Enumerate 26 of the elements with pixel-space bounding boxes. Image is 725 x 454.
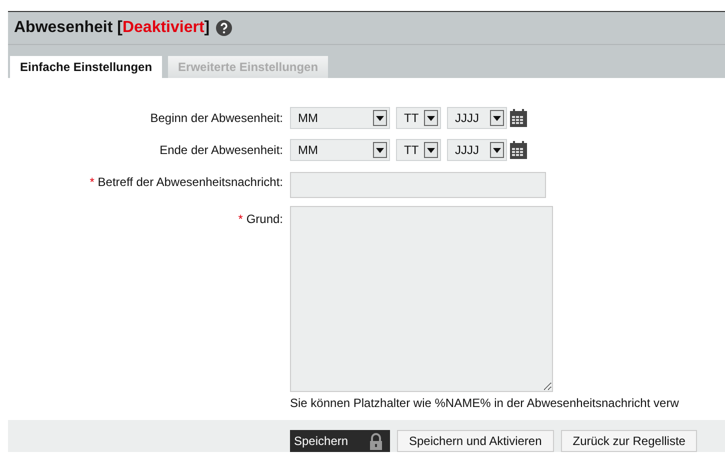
dropdown[interactable]: JJJJ (447, 107, 507, 129)
field-label: * Betreff der Abwesenheitsnachricht: (88, 174, 284, 191)
caret-icon[interactable] (424, 110, 438, 126)
calendar-icon[interactable] (510, 141, 527, 159)
caret-icon[interactable] (373, 142, 387, 158)
calendar-icon[interactable] (510, 109, 527, 127)
field-label: Ende der Abwesenheit: (158, 142, 284, 159)
dropdown[interactable]: MM (290, 139, 390, 161)
dropdown[interactable]: MM (290, 107, 390, 129)
caret-icon[interactable] (424, 142, 438, 158)
tab[interactable]: Einfache Einstellungen (10, 56, 162, 78)
caret-icon[interactable] (490, 142, 504, 158)
button[interactable]: Zurück zur Regelliste (560, 430, 698, 452)
lock-icon (369, 432, 383, 450)
window-title: Abwesenheit [Deaktiviert] (14, 19, 210, 37)
dropdown[interactable]: TT (396, 107, 441, 129)
button[interactable]: Speichern und Aktivieren (397, 430, 554, 452)
caret-icon[interactable] (373, 110, 387, 126)
caret-icon[interactable] (490, 110, 504, 126)
dropdown[interactable]: TT (396, 139, 441, 161)
field-label: Beginn der Abwesenheit: (149, 110, 284, 127)
input-field[interactable] (290, 172, 546, 198)
hint-text: Sie können Platzhalter wie %NAME% in der Abwesenheitsnachricht verw (290, 396, 680, 410)
help-icon[interactable] (216, 20, 232, 36)
dropdown[interactable]: JJJJ (447, 139, 507, 161)
field-label: * Grund: (237, 211, 284, 228)
